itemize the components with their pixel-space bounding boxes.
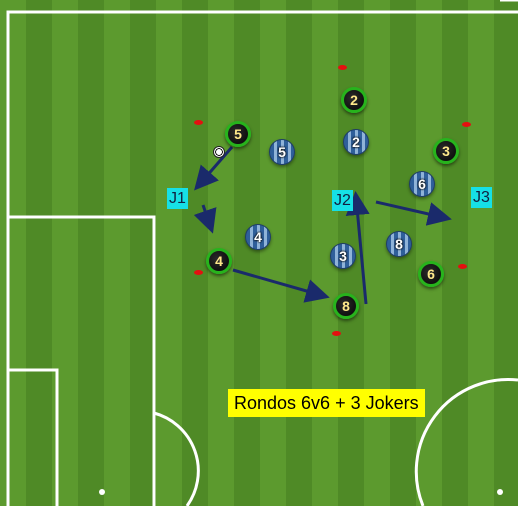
penalty-area-line — [8, 215, 156, 506]
team-a-player-5: 5 — [225, 121, 251, 147]
pass-arrows — [193, 146, 452, 305]
team-b-player-4: 4 — [245, 224, 271, 250]
joker-j2: J2 — [332, 190, 353, 211]
ball-icon — [213, 146, 225, 158]
team-a-player-2: 2 — [341, 87, 367, 113]
team-a-player-3: 3 — [433, 138, 459, 164]
arrow-p8-to-j2 — [345, 191, 370, 305]
team-a-player-8: 8 — [333, 293, 359, 319]
cone — [194, 270, 203, 275]
cone — [332, 331, 341, 336]
pitch-markings — [6, 0, 518, 506]
team-b-player-6: 6 — [409, 171, 435, 197]
cone — [338, 65, 347, 70]
team-a-player-4: 4 — [206, 248, 232, 274]
goal-area-line — [8, 368, 59, 506]
touchline — [6, 10, 518, 506]
arrow-j2-to-j3 — [375, 200, 452, 226]
arrow-p4-to-p8 — [232, 268, 330, 303]
team-b-player-5: 5 — [269, 139, 295, 165]
team-b-player-2: 2 — [343, 129, 369, 155]
joker-j1: J1 — [167, 188, 188, 209]
drill-title: Rondos 6v6 + 3 Jokers — [228, 389, 425, 417]
cone — [462, 122, 471, 127]
team-b-player-8: 8 — [386, 231, 412, 257]
centre-circle — [414, 378, 518, 506]
cone — [458, 264, 467, 269]
team-b-player-3: 3 — [330, 243, 356, 269]
penalty-arc — [153, 411, 200, 506]
arrow-j1-to-p4 — [193, 204, 217, 234]
centre-spot — [497, 489, 503, 495]
pitch-lines — [6, 0, 518, 506]
cone — [194, 120, 203, 125]
football-pitch: J1 J2 J3 5 2 3 4 8 6 5 2 6 4 3 8 Rondos … — [0, 0, 518, 506]
penalty-spot — [99, 489, 105, 495]
team-a-player-6: 6 — [418, 261, 444, 287]
joker-j3: J3 — [471, 187, 492, 208]
